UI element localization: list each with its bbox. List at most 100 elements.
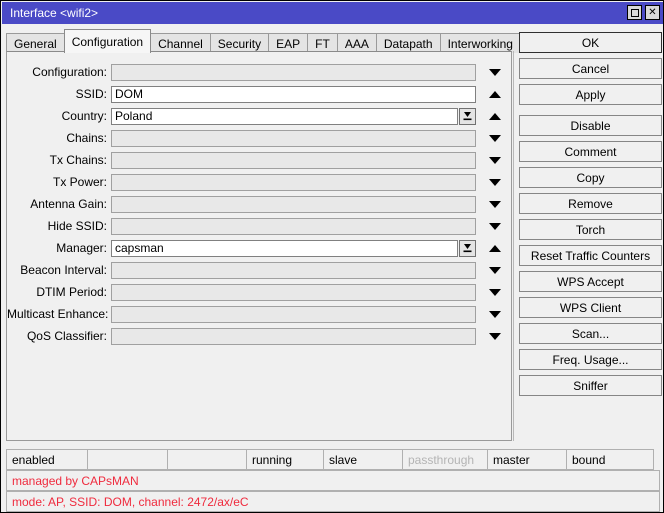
- label-country: Country:: [61, 109, 107, 123]
- winbox-interface-dialog: Interface <wifi2> ✕ General Configuration…: [0, 0, 664, 513]
- field-wrap-tx-power: [111, 173, 476, 191]
- status-cell-empty-2: [167, 449, 247, 470]
- button-label: Comment: [564, 144, 617, 159]
- expand-down-icon-chains[interactable]: [484, 127, 506, 149]
- scan-button[interactable]: Scan...: [519, 323, 662, 344]
- expand-down-icon-configuration[interactable]: [484, 61, 506, 83]
- torch-button[interactable]: Torch: [519, 219, 662, 240]
- close-button[interactable]: ✕: [645, 5, 660, 20]
- sniffer-button[interactable]: Sniffer: [519, 375, 662, 396]
- field-row-configuration: Configuration:: [7, 61, 511, 83]
- input-chains: [111, 129, 476, 147]
- wps-client-button[interactable]: WPS Client: [519, 297, 662, 318]
- comment-button[interactable]: Comment: [519, 141, 662, 162]
- maximize-button[interactable]: [627, 5, 642, 20]
- field-wrap-country: Poland: [111, 107, 476, 125]
- dropdown-picker-icon: [462, 243, 473, 254]
- dropdown-picker-manager[interactable]: [459, 239, 476, 257]
- tab-channel[interactable]: Channel: [150, 33, 211, 53]
- tab-strip: General Configuration Channel Security EAP FT…: [6, 28, 546, 53]
- expand-down-icon-qos-classifier[interactable]: [484, 325, 506, 347]
- expand-down-icon-antenna-gain[interactable]: [484, 193, 506, 215]
- input-ssid[interactable]: DOM: [111, 85, 476, 103]
- dropdown-picker-country[interactable]: [459, 107, 476, 125]
- expand-down-icon-tx-chains[interactable]: [484, 149, 506, 171]
- expand-down-icon-multicast-enhance[interactable]: [484, 303, 506, 325]
- field-row-dtim-period: DTIM Period:: [7, 281, 511, 303]
- tab-eap[interactable]: EAP: [268, 33, 309, 53]
- input-manager[interactable]: capsman: [111, 239, 458, 257]
- tab-label: Interworking: [447, 36, 513, 51]
- button-label: Cancel: [571, 61, 610, 76]
- tab-label: Channel: [158, 36, 203, 51]
- input-country[interactable]: Poland: [111, 107, 458, 125]
- label-configuration: Configuration:: [32, 65, 107, 79]
- field-row-tx-chains: Tx Chains:: [7, 149, 511, 171]
- copy-button[interactable]: Copy: [519, 167, 662, 188]
- collapse-up-icon-ssid[interactable]: [484, 83, 506, 105]
- label-manager: Manager:: [56, 241, 107, 255]
- expand-down-icon-beacon-interval[interactable]: [484, 259, 506, 281]
- status-cell-enabled: enabled: [6, 449, 88, 470]
- tab-configuration[interactable]: Configuration: [63, 29, 152, 53]
- remove-button[interactable]: Remove: [519, 193, 662, 214]
- input-qos-classifier: [111, 327, 476, 345]
- field-wrap-hide-ssid: [111, 217, 476, 235]
- label-multicast-enhance: Multicast Enhance:: [7, 307, 109, 321]
- label-antenna-gain: Antenna Gain:: [30, 197, 107, 211]
- ok-button[interactable]: OK: [519, 32, 662, 53]
- dropdown-picker-icon: [462, 111, 473, 122]
- title-bar[interactable]: Interface <wifi2> ✕: [2, 2, 663, 24]
- input-antenna-gain: [111, 195, 476, 213]
- cancel-button[interactable]: Cancel: [519, 58, 662, 79]
- button-label: OK: [581, 35, 600, 50]
- expand-down-icon-tx-power[interactable]: [484, 171, 506, 193]
- input-tx-power: [111, 173, 476, 191]
- window-controls: ✕: [627, 5, 660, 20]
- tab-security[interactable]: Security: [209, 33, 270, 53]
- button-label: Remove: [568, 196, 613, 211]
- label-tx-chains: Tx Chains:: [49, 153, 107, 167]
- button-label: WPS Client: [559, 300, 622, 315]
- field-wrap-ssid: DOM: [111, 85, 476, 103]
- disable-button[interactable]: Disable: [519, 115, 662, 136]
- tab-datapath[interactable]: Datapath: [375, 33, 441, 53]
- configuration-panel: Configuration: SSID: DOM Country: Poland Chai…: [6, 51, 512, 441]
- field-row-qos-classifier: QoS Classifier:: [7, 325, 511, 347]
- collapse-up-icon-manager[interactable]: [484, 237, 506, 259]
- field-row-multicast-enhance: Multicast Enhance:: [7, 303, 511, 325]
- tab-ft[interactable]: FT: [307, 33, 338, 53]
- freq-usage-button[interactable]: Freq. Usage...: [519, 349, 662, 370]
- field-wrap-manager: capsman: [111, 239, 476, 257]
- input-hide-ssid: [111, 217, 476, 235]
- tab-label: Security: [217, 36, 262, 51]
- tab-aaa[interactable]: AAA: [336, 33, 377, 53]
- tab-label: Configuration: [71, 34, 144, 49]
- wps-accept-button[interactable]: WPS Accept: [519, 271, 662, 292]
- button-label: Reset Traffic Counters: [530, 248, 651, 263]
- button-label: Scan...: [571, 326, 610, 341]
- tab-interworking[interactable]: Interworking: [439, 33, 521, 53]
- form-rows: Configuration: SSID: DOM Country: Poland Chai…: [7, 61, 511, 347]
- field-wrap-configuration: [111, 63, 476, 81]
- label-qos-classifier: QoS Classifier:: [26, 329, 107, 343]
- tab-label: General: [14, 36, 57, 51]
- status-managed-line: managed by CAPsMAN: [6, 470, 660, 491]
- field-wrap-multicast-enhance: [111, 305, 476, 323]
- collapse-up-icon-country[interactable]: [484, 105, 506, 127]
- tab-label: EAP: [276, 36, 301, 51]
- tab-label: FT: [315, 36, 330, 51]
- tab-general[interactable]: General: [6, 33, 65, 53]
- label-tx-power: Tx Power:: [52, 175, 107, 189]
- tab-label: Datapath: [383, 36, 433, 51]
- tab-label: AAA: [344, 36, 369, 51]
- input-beacon-interval: [111, 261, 476, 279]
- button-label: Disable: [570, 118, 611, 133]
- label-beacon-interval: Beacon Interval:: [20, 263, 107, 277]
- reset-traffic-counters-button[interactable]: Reset Traffic Counters: [519, 245, 662, 266]
- apply-button[interactable]: Apply: [519, 84, 662, 105]
- expand-down-icon-dtim-period[interactable]: [484, 281, 506, 303]
- expand-down-icon-hide-ssid[interactable]: [484, 215, 506, 237]
- label-ssid: SSID:: [75, 87, 107, 101]
- field-row-country: Country: Poland: [7, 105, 511, 127]
